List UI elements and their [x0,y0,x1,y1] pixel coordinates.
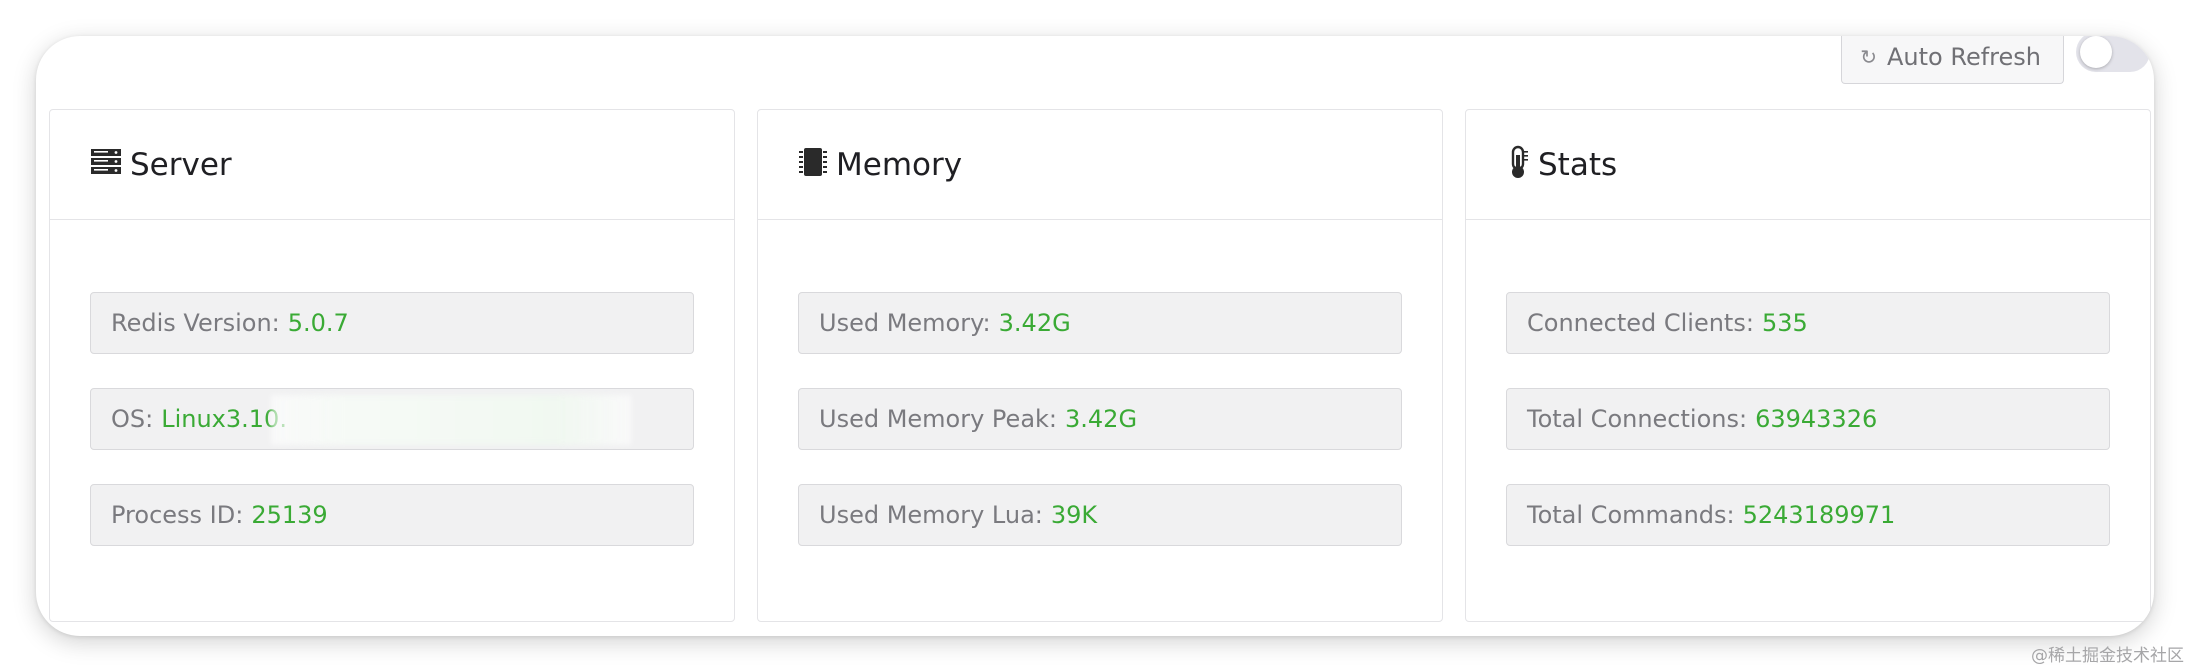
process-id-row: Process ID: 25139 [90,484,694,546]
row-value: Linux3.10. [161,405,287,433]
os-row: OS: Linux3.10. [90,388,694,450]
watermark: @稀土掘金技术社区 [2031,646,2184,666]
stats-panel-title: Stats [1538,146,1618,183]
refresh-icon: ↻ [1860,44,1878,69]
row-label: OS: [111,405,154,433]
redacted-blur [271,395,631,445]
row-label: Process ID: [111,501,244,529]
stats-panel-body: Connected Clients: 535 Total Connections… [1466,220,2150,546]
row-label: Total Commands: [1527,501,1735,529]
connected-clients-row: Connected Clients: 535 [1506,292,2110,354]
row-value: 39K [1050,501,1098,529]
total-connections-row: Total Connections: 63943326 [1506,388,2110,450]
row-value: 63943326 [1755,405,1878,433]
total-commands-row: Total Commands: 5243189971 [1506,484,2110,546]
row-label: Connected Clients: [1527,309,1754,337]
server-panel-title: Server [130,146,232,183]
row-value: 5.0.7 [287,309,349,337]
memory-panel-body: Used Memory: 3.42G Used Memory Peak: 3.4… [758,220,1442,546]
memory-panel-title: Memory [836,146,963,183]
auto-refresh-label: Auto Refresh [1887,42,2041,71]
row-label: Redis Version: [111,309,280,337]
stats-panel-header: Stats [1466,110,2150,220]
row-label: Used Memory Lua: [819,501,1043,529]
used-memory-lua-row: Used Memory Lua: 39K [798,484,1402,546]
redis-version-row: Redis Version: 5.0.7 [90,292,694,354]
row-label: Used Memory: [819,309,991,337]
row-value: 3.42G [998,309,1071,337]
panels-container: Server Redis Version: 5.0.7 OS: Linux3.1… [49,109,2151,622]
thermometer-icon [1506,145,1530,185]
auto-refresh-toggle[interactable] [2076,36,2150,72]
row-label: Used Memory Peak: [819,405,1058,433]
used-memory-row: Used Memory: 3.42G [798,292,1402,354]
row-value: 535 [1761,309,1808,337]
row-value: 5243189971 [1742,501,1896,529]
toolbar: ↻ Auto Refresh [1841,36,2154,96]
redis-dashboard-window: ↻ Auto Refresh Server Redis Version: 5.0… [36,36,2154,636]
used-memory-peak-row: Used Memory Peak: 3.42G [798,388,1402,450]
toggle-knob [2080,36,2112,68]
row-value: 3.42G [1065,405,1138,433]
row-value: 25139 [251,501,328,529]
row-label: Total Connections: [1527,405,1748,433]
server-panel: Server Redis Version: 5.0.7 OS: Linux3.1… [49,109,735,622]
memory-panel: Memory Used Memory: 3.42G Used Memory Pe… [757,109,1443,622]
server-panel-header: Server [50,110,734,220]
chip-icon [798,146,828,184]
auto-refresh-button[interactable]: ↻ Auto Refresh [1841,36,2064,84]
server-icon [90,147,122,183]
screenshot-stage: ↻ Auto Refresh Server Redis Version: 5.0… [0,0,2190,672]
server-panel-body: Redis Version: 5.0.7 OS: Linux3.10. Proc… [50,220,734,546]
memory-panel-header: Memory [758,110,1442,220]
stats-panel: Stats Connected Clients: 535 Total Conne… [1465,109,2151,622]
